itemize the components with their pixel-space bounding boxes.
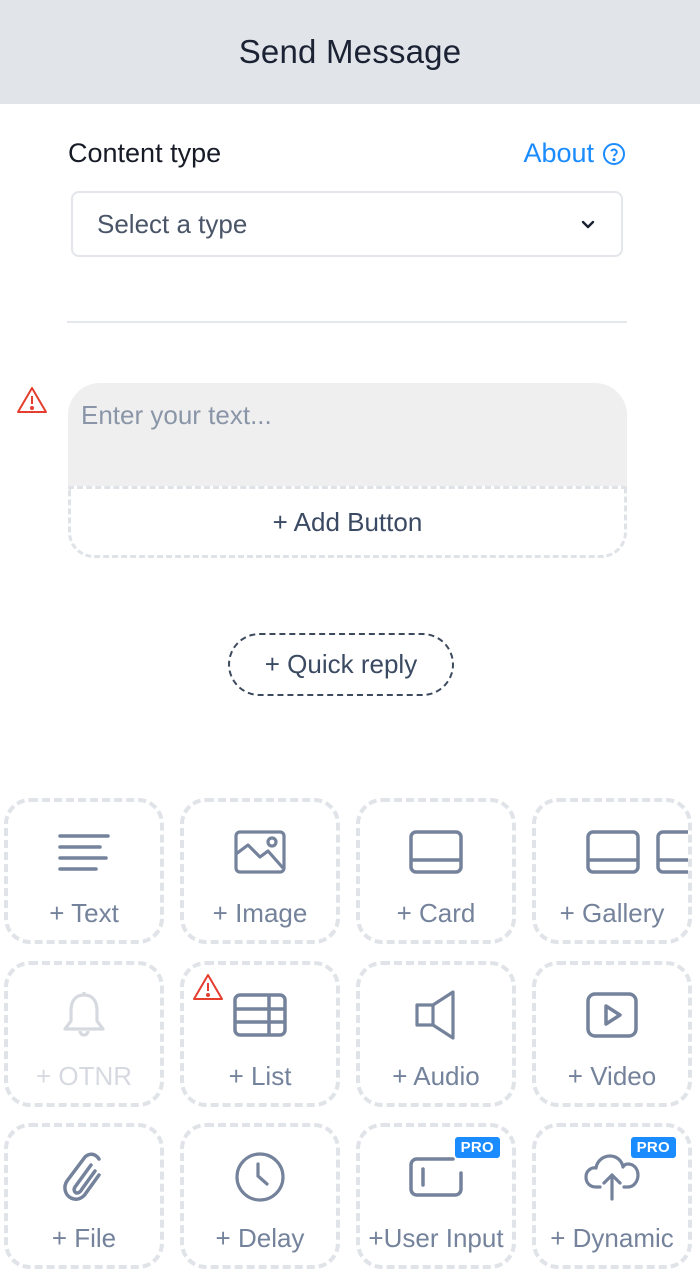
image-icon: [232, 828, 288, 876]
add-list-tile[interactable]: + List: [180, 961, 340, 1107]
header: Send Message: [0, 0, 700, 104]
add-gallery-tile[interactable]: + Gallery: [532, 798, 692, 944]
message-text-input[interactable]: [68, 383, 627, 486]
cloud-upload-icon: [584, 1153, 640, 1201]
tile-label: + OTNR: [35, 1061, 133, 1091]
help-circle-icon: [603, 142, 625, 165]
about-label: About: [523, 138, 594, 168]
content-type-label: Content type: [68, 138, 222, 168]
quick-reply-button[interactable]: + Quick reply: [228, 633, 454, 696]
add-dynamic-tile[interactable]: PRO + Dynamic: [532, 1123, 692, 1269]
video-play-icon: [584, 991, 640, 1039]
clock-icon: [232, 1152, 288, 1202]
add-video-tile[interactable]: + Video: [532, 961, 692, 1107]
tile-label: + Image: [212, 898, 308, 928]
tile-label: + Card: [396, 898, 476, 928]
tile-label: + Gallery: [559, 898, 665, 928]
content-type-select[interactable]: Select a type: [71, 191, 623, 257]
page-title: Send Message: [238, 33, 462, 70]
add-delay-tile[interactable]: + Delay: [180, 1123, 340, 1269]
tile-label: + Audio: [392, 1061, 480, 1091]
speaker-icon: [408, 990, 464, 1040]
tile-label: + Delay: [215, 1223, 305, 1253]
tile-label: + List: [228, 1061, 292, 1091]
divider: [67, 321, 627, 323]
text-input-icon: [408, 1153, 464, 1201]
add-user-input-tile[interactable]: PRO +User Input: [356, 1123, 516, 1269]
card-icon: [408, 828, 464, 876]
list-table-icon: [232, 991, 288, 1039]
select-value: Select a type: [97, 208, 248, 239]
text-message-block: + Add Button: [68, 383, 627, 558]
tile-label: +User Input: [368, 1223, 504, 1253]
paperclip-icon: [56, 1152, 112, 1201]
add-file-tile[interactable]: + File: [4, 1123, 164, 1269]
chevron-down-icon: [581, 220, 595, 229]
gallery-icon: [564, 828, 688, 876]
add-text-tile[interactable]: + Text: [4, 798, 164, 944]
warning-icon: [193, 974, 223, 1000]
bell-icon: [56, 991, 112, 1039]
tile-label: + Text: [49, 898, 119, 928]
tile-label: + Dynamic: [550, 1223, 674, 1253]
add-image-tile[interactable]: + Image: [180, 798, 340, 944]
warning-icon: [17, 387, 47, 413]
add-card-tile[interactable]: + Card: [356, 798, 516, 944]
tile-label: + Video: [567, 1061, 657, 1091]
add-button[interactable]: + Add Button: [68, 486, 627, 558]
add-audio-tile[interactable]: + Audio: [356, 961, 516, 1107]
about-link[interactable]: About: [523, 138, 626, 169]
text-lines-icon: [56, 828, 112, 876]
add-otnr-tile[interactable]: + OTNR: [4, 961, 164, 1107]
tile-label: + File: [51, 1223, 117, 1253]
